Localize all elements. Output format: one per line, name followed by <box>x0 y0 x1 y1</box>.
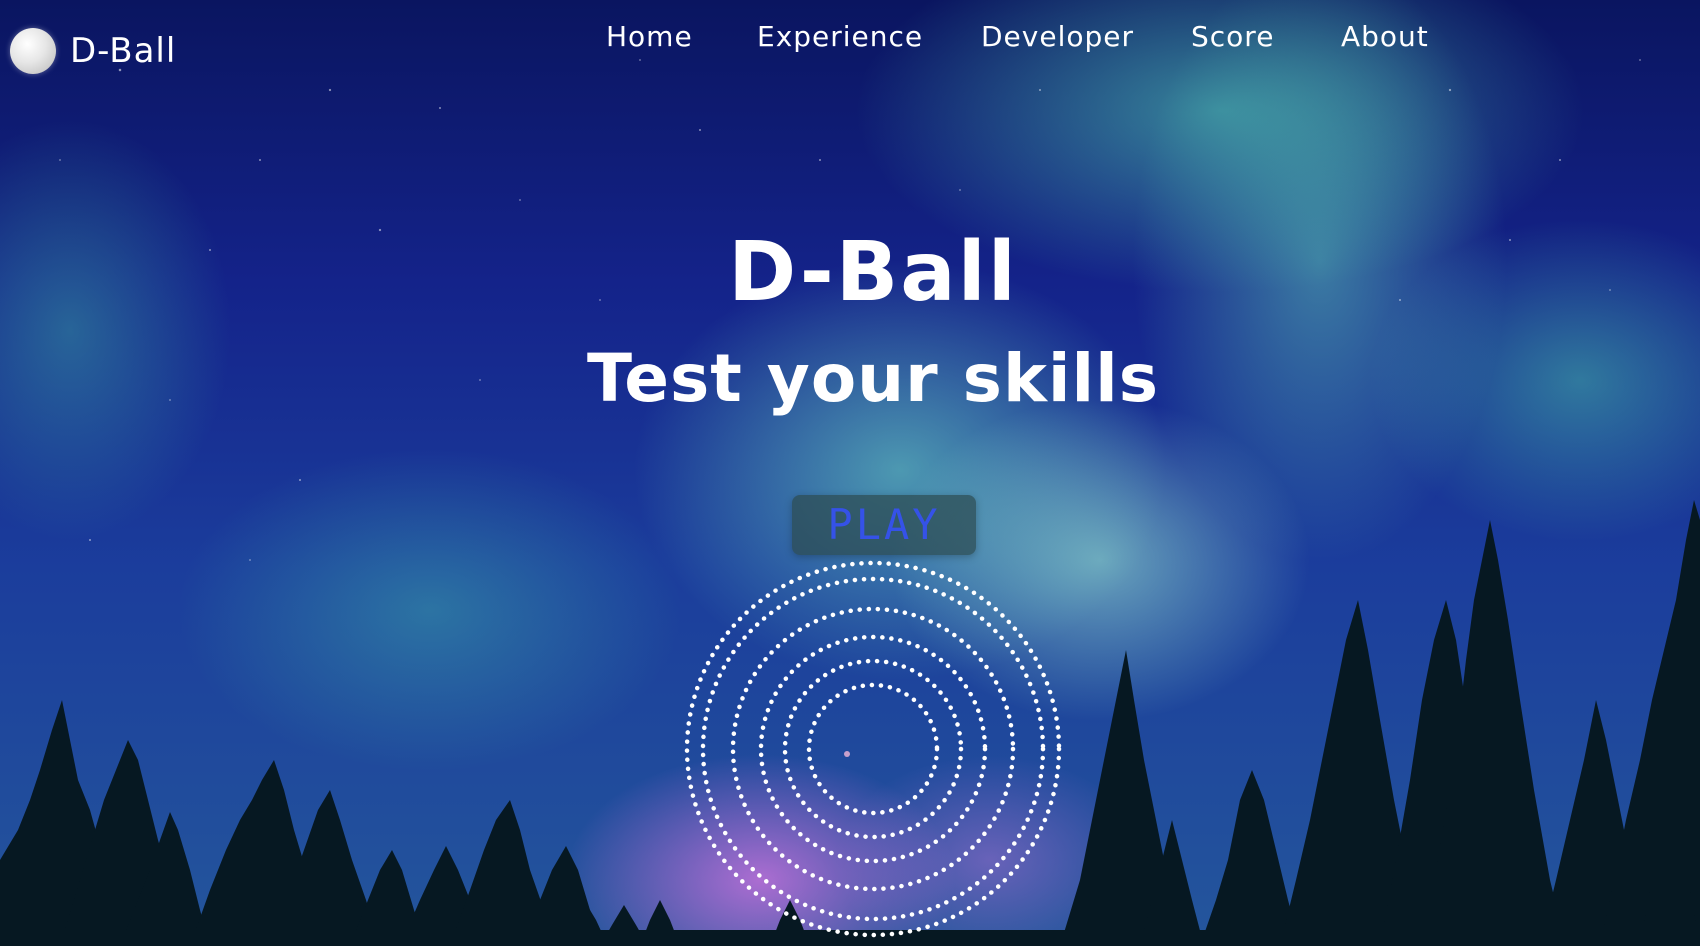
play-button[interactable]: PLAY <box>792 495 976 555</box>
nav-developer[interactable]: Developer <box>981 20 1134 53</box>
main-nav: Home Experience Developer Score About <box>0 20 1700 64</box>
nav-experience[interactable]: Experience <box>757 20 923 53</box>
hero-subtitle: Test your skills <box>586 340 1160 417</box>
nav-score[interactable]: Score <box>1191 20 1274 53</box>
target-rings-icon <box>684 560 1062 938</box>
site-header: D-Ball Home Experience Developer Score A… <box>0 0 1700 90</box>
hero-title: D-Ball <box>728 225 1018 320</box>
nav-about[interactable]: About <box>1341 20 1429 53</box>
nav-home[interactable]: Home <box>606 20 693 53</box>
landing-page: D-Ball Home Experience Developer Score A… <box>0 0 1700 946</box>
